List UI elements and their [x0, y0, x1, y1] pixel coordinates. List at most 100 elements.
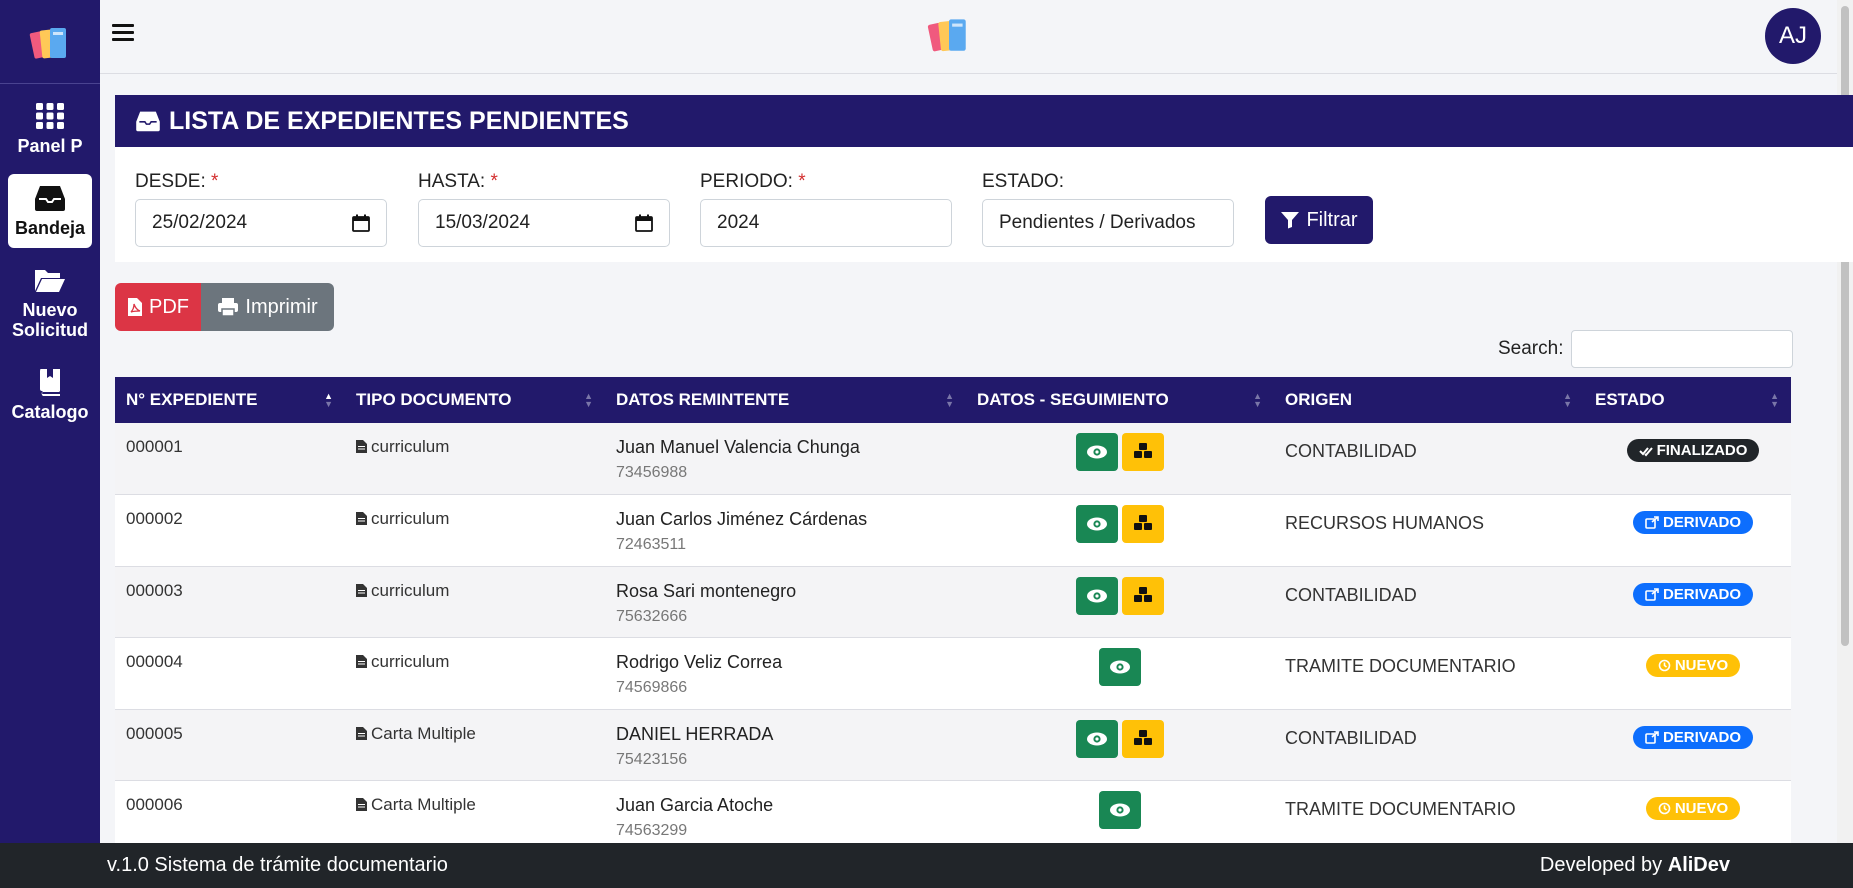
required-mark: *: [798, 171, 806, 192]
filter-estado: ESTADO: Pendientes / Derivados: [982, 171, 1234, 247]
tipo-documento: Carta Multiple: [345, 781, 605, 853]
estado-select[interactable]: Pendientes / Derivados: [982, 199, 1234, 247]
desde-date-input[interactable]: 25/02/2024: [135, 199, 387, 247]
origen: RECURSOS HUMANOS: [1285, 513, 1485, 533]
search-input[interactable]: [1571, 330, 1794, 368]
print-button-label: Imprimir: [245, 295, 318, 318]
remitente-cell: Rodrigo Veliz Correa 74569866: [605, 638, 966, 710]
column-header[interactable]: N° EXPEDIENTE ▲ ▼: [115, 377, 345, 423]
periodo-label: PERIODO:: [700, 171, 793, 192]
tracking-button[interactable]: [1122, 576, 1164, 615]
view-button[interactable]: [1099, 791, 1141, 829]
hasta-date-input[interactable]: 15/03/2024: [418, 199, 670, 247]
inbox-icon: [35, 186, 65, 211]
seguimiento-cell: [966, 495, 1274, 567]
view-button[interactable]: [1099, 648, 1141, 686]
footer-version: v.1.0 Sistema de trámite documentario: [107, 854, 448, 876]
filter-icon: [1281, 212, 1300, 229]
eye-icon: [1110, 803, 1130, 817]
cubes-icon: [1134, 443, 1152, 458]
column-header[interactable]: ESTADO ▲ ▼: [1584, 377, 1791, 423]
page-title-text: LISTA DE EXPEDIENTES PENDIENTES: [169, 106, 629, 135]
table-row: 000004 curriculum Rodrigo Veliz Correa 7456…: [115, 637, 1791, 710]
remitente-cell: Juan Garcia Atoche 74563299: [605, 781, 966, 853]
expediente-number: 000001: [126, 437, 183, 456]
tipo-documento: curriculum: [345, 495, 605, 567]
print-button[interactable]: Imprimir: [201, 283, 334, 331]
file-icon: [356, 440, 367, 453]
remitente-cell: Juan Carlos Jiménez Cárdenas 72463511: [605, 495, 966, 567]
estado-cell: DERIVADO: [1584, 709, 1791, 781]
sort-icon: ▲ ▼: [945, 391, 954, 409]
remitente-name: Juan Carlos Jiménez Cárdenas: [616, 509, 868, 529]
estado-cell: NUEVO: [1584, 781, 1791, 853]
column-header[interactable]: DATOS REMINTENTE ▲ ▼: [605, 377, 966, 423]
view-button[interactable]: [1076, 505, 1118, 543]
sidebar-item-label: Nuevo Solicitud: [12, 300, 88, 340]
calendar-icon[interactable]: [635, 214, 653, 232]
tipo-documento: curriculum: [345, 638, 605, 710]
status-badge: NUEVO: [1645, 654, 1741, 677]
estado-cell: DERIVADO: [1584, 495, 1791, 567]
required-mark: *: [490, 171, 498, 192]
view-button[interactable]: [1076, 433, 1118, 471]
sort-icon: ▲ ▼: [324, 391, 333, 409]
cubes-icon: [1134, 515, 1152, 530]
file-icon: [356, 798, 367, 811]
tracking-button[interactable]: [1122, 719, 1164, 758]
desde-label: DESDE:: [135, 171, 206, 192]
sidebar-logo[interactable]: [0, 0, 100, 84]
seguimiento-cell: [966, 423, 1274, 495]
calendar-icon[interactable]: [352, 214, 370, 232]
remitente-dni: 74563299: [616, 822, 688, 839]
printer-icon: [218, 298, 239, 317]
file-icon: [356, 512, 367, 525]
status-badge: NUEVO: [1645, 797, 1741, 820]
expediente-number: 000004: [126, 652, 183, 671]
remitente-dni: 75632666: [616, 607, 688, 625]
cubes-icon: [1134, 729, 1152, 745]
remitente-dni: 72463511: [616, 536, 686, 553]
sort-icon: ▲ ▼: [1253, 391, 1262, 409]
remitente-name: Juan Garcia Atoche: [616, 795, 774, 815]
expediente-number: 000006: [126, 795, 183, 814]
periodo-value: 2024: [717, 212, 760, 233]
view-button[interactable]: [1076, 719, 1118, 758]
column-header[interactable]: ORIGEN ▲ ▼: [1274, 377, 1584, 423]
remitente-name: Rosa Sari montenegro: [616, 580, 797, 601]
tracking-button[interactable]: [1122, 505, 1164, 543]
books-logo-icon: [927, 19, 966, 52]
origen: CONTABILIDAD: [1285, 441, 1417, 461]
user-avatar[interactable]: AJ: [1765, 8, 1821, 64]
tipo-documento: curriculum: [345, 423, 605, 495]
filter-periodo: PERIODO: * 2024: [700, 171, 952, 247]
desde-value: 25/02/2024: [152, 212, 248, 233]
column-header[interactable]: DATOS - SEGUIMIENTO ▲ ▼: [966, 377, 1274, 423]
expediente-number: 000003: [126, 580, 183, 600]
sidebar-item-panel[interactable]: Panel P: [8, 92, 92, 166]
column-header[interactable]: TIPO DOCUMENTO ▲ ▼: [345, 377, 605, 423]
footer-brand: AliDev: [1667, 854, 1730, 876]
share-icon: [1645, 516, 1659, 529]
share-icon: [1645, 587, 1659, 601]
expedientes-table: N° EXPEDIENTE ▲ ▼ TIPO DOCUMENTO ▲ ▼ DATOS R…: [115, 377, 1791, 853]
remitente-dni: 74569866: [616, 679, 688, 696]
file-icon: [356, 726, 367, 740]
seguimiento-cell: [966, 638, 1274, 710]
folder-open-icon: [35, 270, 65, 292]
filter-button[interactable]: Filtrar: [1265, 196, 1373, 244]
menu-toggle-icon[interactable]: [112, 24, 134, 44]
pdf-button[interactable]: PDF: [115, 283, 201, 331]
view-button[interactable]: [1076, 576, 1118, 615]
tracking-button[interactable]: [1122, 433, 1164, 471]
remitente-name: Juan Manuel Valencia Chunga: [616, 437, 860, 457]
sidebar-item-nuevo-solicitud[interactable]: Nuevo Solicitud: [8, 256, 92, 350]
expediente-number: 000002: [126, 509, 183, 528]
sidebar-item-bandeja[interactable]: Bandeja: [8, 174, 92, 248]
periodo-input[interactable]: 2024: [700, 199, 952, 247]
search-label: Search:: [1498, 338, 1564, 359]
table-row: 000001 curriculum Juan Manuel Valencia Chu…: [115, 423, 1791, 495]
remitente-dni: 75423156: [616, 750, 688, 768]
sidebar-item-catalogo[interactable]: Catalogo: [8, 358, 92, 432]
remitente-cell: Juan Manuel Valencia Chunga 73456988: [605, 423, 966, 495]
